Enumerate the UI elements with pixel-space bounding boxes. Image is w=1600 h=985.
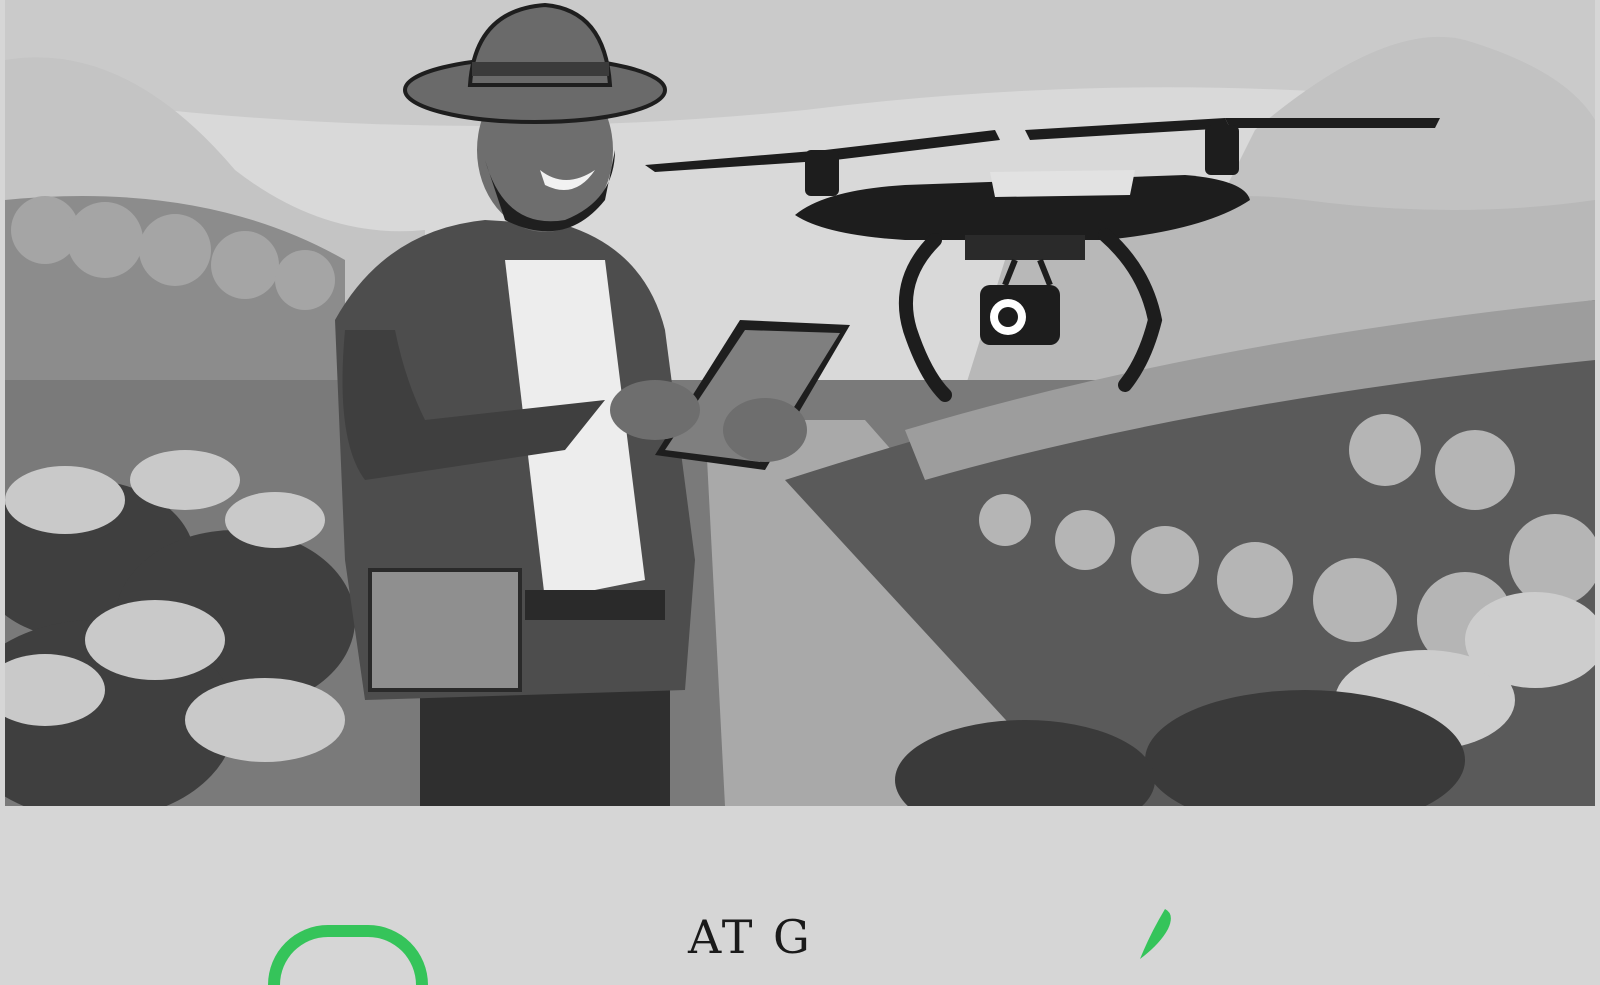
illustration-scene bbox=[5, 0, 1595, 806]
leaf-icon bbox=[1140, 909, 1171, 959]
logo-text: AT G bbox=[688, 910, 813, 964]
farmer-drone-illustration bbox=[5, 0, 1595, 806]
left-bushes bbox=[5, 450, 355, 806]
